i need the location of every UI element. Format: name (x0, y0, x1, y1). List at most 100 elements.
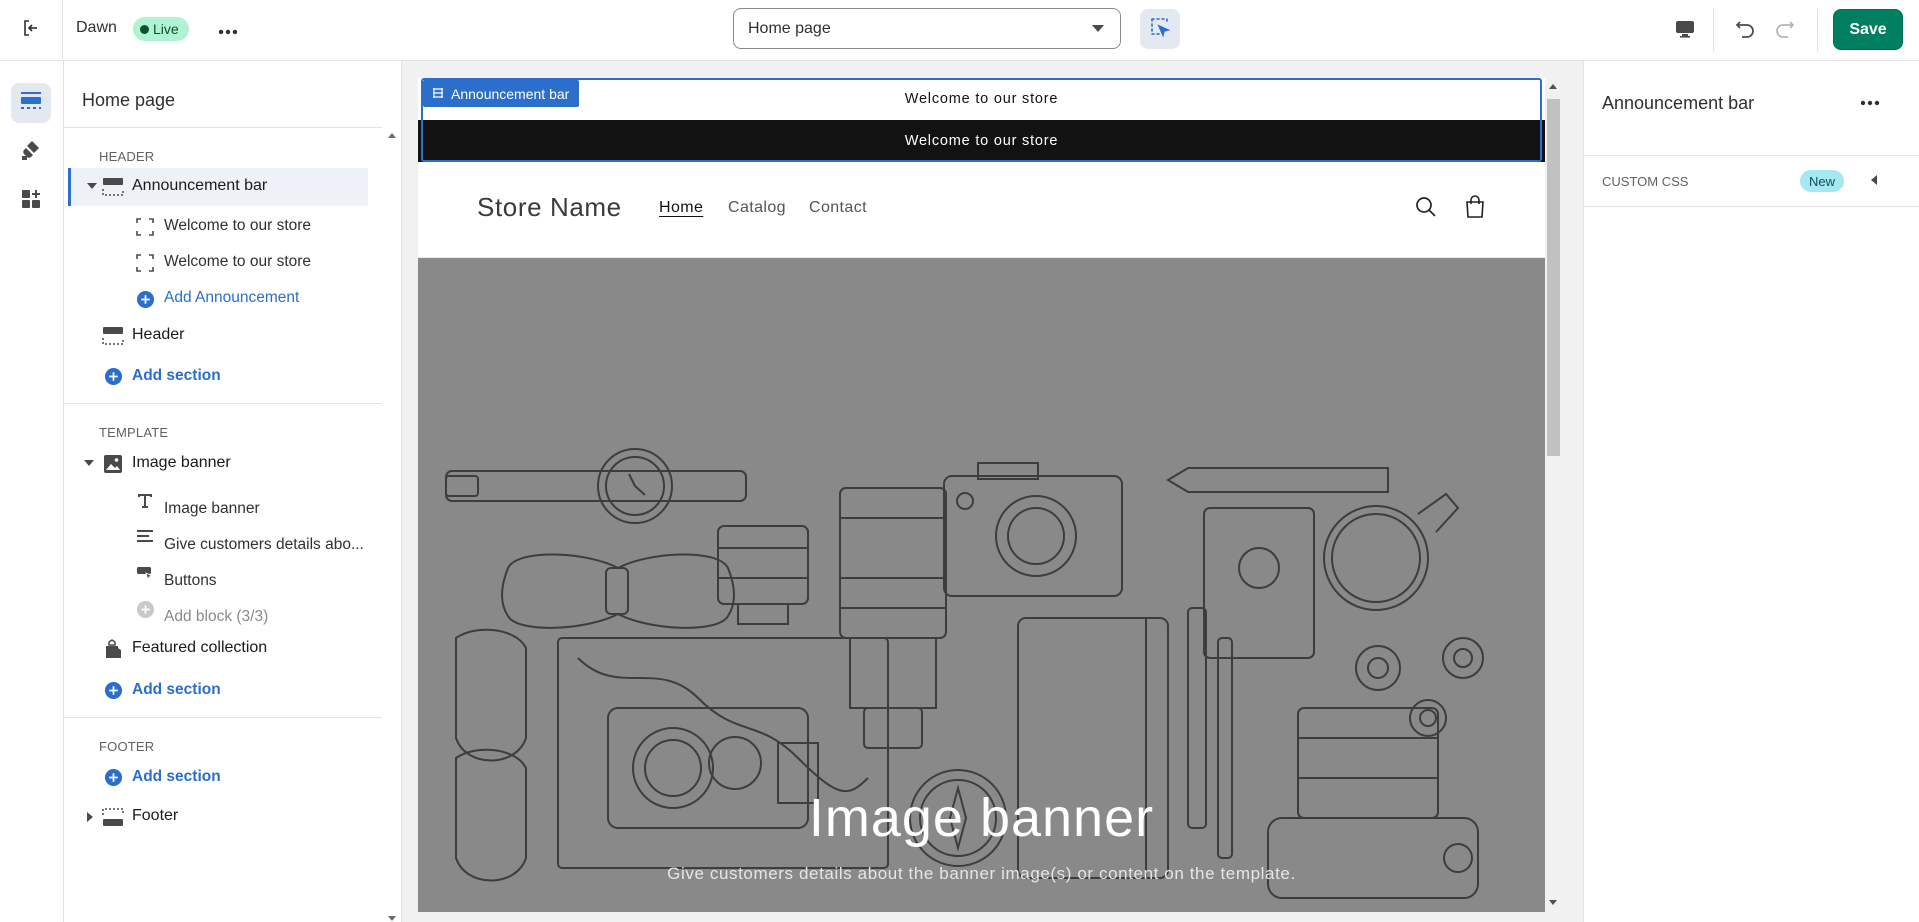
text-heading-icon (134, 491, 156, 511)
expand-left-caret-icon[interactable] (1871, 175, 1877, 185)
live-label: Live (153, 21, 179, 37)
expand-caret-icon[interactable] (87, 812, 93, 822)
scroll-down-arrow-icon[interactable] (388, 916, 396, 921)
button-icon (134, 563, 156, 583)
live-dot-icon (140, 24, 149, 34)
caret-down-icon (1092, 25, 1104, 32)
undo-icon (1734, 18, 1756, 44)
collection-tag-icon (102, 639, 124, 659)
custom-css-label: CUSTOM CSS (1602, 174, 1689, 189)
nav-link-catalog[interactable]: Catalog (728, 199, 786, 217)
app-embeds-nav-button[interactable] (11, 181, 51, 221)
block-announcement-1[interactable]: Welcome to our store (68, 208, 368, 244)
paintbrush-icon (20, 139, 42, 165)
section-label: Image banner (132, 454, 231, 471)
custom-css-row[interactable]: CUSTOM CSS New (1584, 156, 1919, 206)
search-icon (1415, 196, 1437, 222)
top-bar: Dawn Live Home page Save (0, 0, 1919, 61)
section-actions-button[interactable] (1854, 85, 1886, 117)
selected-section-tag[interactable]: Announcement bar (423, 80, 580, 107)
announcement-message-1[interactable]: Welcome to our store (418, 78, 1545, 120)
section-header[interactable]: Header (68, 317, 368, 355)
sidebar-scrollbar[interactable] (382, 111, 402, 922)
scroll-up-arrow-icon[interactable] (388, 133, 396, 138)
new-badge: New (1800, 170, 1845, 192)
nav-link-contact[interactable]: Contact (809, 199, 867, 217)
announcement-bar-icon (102, 177, 124, 197)
sidebar-divider (64, 127, 382, 128)
footer-section-icon (102, 807, 124, 827)
image-icon (102, 454, 124, 474)
live-status-badge: Live (133, 17, 189, 41)
desktop-icon (1674, 19, 1696, 43)
add-section-label: Add section (132, 768, 221, 785)
store-search-button[interactable] (1411, 194, 1441, 224)
add-section-label: Add section (132, 681, 221, 698)
section-label: Announcement bar (132, 177, 268, 194)
select-cursor-icon (1149, 16, 1171, 42)
section-footer[interactable]: Footer (68, 798, 368, 836)
section-announcement-bar[interactable]: Announcement bar (68, 168, 368, 206)
theme-name: Dawn (76, 19, 117, 36)
collapse-caret-icon[interactable] (84, 460, 94, 466)
page-selector[interactable]: Home page (733, 8, 1121, 49)
store-logo-text[interactable]: Store Name (477, 192, 622, 223)
add-section-template-button[interactable]: Add section (68, 671, 368, 709)
theme-actions-button[interactable] (212, 14, 244, 46)
block-label: Buttons (164, 572, 217, 589)
exit-icon (21, 18, 41, 42)
sections-icon (20, 91, 42, 115)
section-settings-panel: Announcement bar CUSTOM CSS New (1583, 61, 1919, 922)
plus-circle-icon (134, 289, 156, 309)
scroll-up-arrow-icon[interactable] (1549, 84, 1557, 89)
sections-sidebar: Home page HEADER Announcement bar Welcom… (64, 61, 402, 922)
scroll-down-arrow-icon[interactable] (1549, 900, 1557, 905)
sections-nav-button[interactable] (11, 83, 51, 123)
plus-circle-icon (102, 680, 124, 700)
redo-button[interactable] (1766, 12, 1804, 50)
footer-group-label: FOOTER (99, 739, 155, 754)
redo-icon (1774, 18, 1796, 44)
block-label: Welcome to our store (164, 253, 312, 270)
block-label: Give customers details abo... (164, 536, 364, 553)
scrollbar-thumb[interactable] (1547, 99, 1560, 456)
preview-scrollbar[interactable] (1545, 78, 1562, 912)
block-frame-icon (134, 253, 156, 273)
template-group-label: TEMPLATE (99, 425, 169, 440)
save-button[interactable]: Save (1833, 9, 1903, 50)
theme-settings-nav-button[interactable] (11, 132, 51, 172)
add-section-footer-button[interactable]: Add section (68, 758, 368, 796)
store-header[interactable]: Store Name Home Catalog Contact (418, 162, 1545, 258)
section-label: Header (132, 326, 185, 343)
announcement-message-2[interactable]: Welcome to our store (418, 120, 1545, 162)
toolbar-divider (1817, 8, 1818, 52)
section-featured-collection[interactable]: Featured collection (68, 630, 368, 668)
undo-button[interactable] (1726, 12, 1764, 50)
storefront-preview[interactable]: Welcome to our store Welcome to our stor… (418, 78, 1545, 912)
exit-editor-button[interactable] (0, 0, 63, 60)
nav-link-home[interactable]: Home (659, 199, 703, 217)
selected-section-tag-label: Announcement bar (451, 85, 570, 102)
settings-panel-title: Announcement bar (1602, 93, 1755, 113)
block-announcement-2[interactable]: Welcome to our store (68, 244, 368, 280)
editor-nav-rail (0, 61, 64, 922)
banner-heading[interactable]: Image banner (418, 787, 1545, 849)
section-image-banner[interactable]: Image banner (68, 445, 368, 483)
sidebar-title: Home page (82, 90, 176, 110)
block-label: Image banner (164, 500, 260, 517)
drag-handle-icon (432, 86, 444, 102)
more-horizontal-icon (218, 22, 238, 39)
plus-circle-icon (134, 599, 156, 619)
store-cart-button[interactable] (1460, 194, 1490, 224)
banner-subheading[interactable]: Give customers details about the banner … (418, 864, 1545, 884)
sidebar-divider (64, 403, 382, 404)
add-section-header-button[interactable]: Add section (68, 357, 368, 395)
inspector-toggle-button[interactable] (1140, 9, 1180, 49)
add-section-label: Add section (132, 367, 221, 384)
add-announcement-button[interactable]: Add Announcement (68, 280, 368, 316)
section-label: Footer (132, 807, 179, 824)
collapse-caret-icon[interactable] (87, 183, 97, 189)
desktop-preview-button[interactable] (1666, 12, 1704, 50)
image-banner[interactable]: Image banner Give customers details abou… (418, 258, 1545, 912)
header-group-label: HEADER (99, 149, 155, 164)
